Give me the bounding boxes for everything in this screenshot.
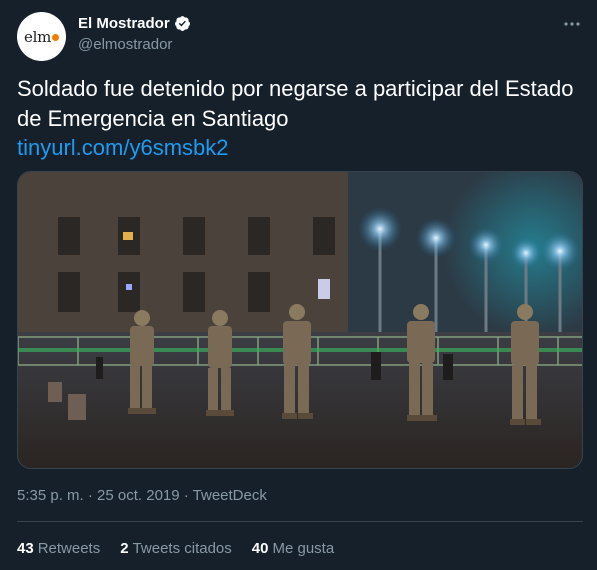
retweets-count: 43	[17, 540, 34, 557]
divider	[17, 521, 583, 522]
quote-tweets-label: Tweets citados	[132, 540, 232, 557]
tweet-stats: 43 Retweets 2 Tweets citados 40 Me gusta	[17, 540, 354, 557]
tweet-card: elm El Mostrador @elmostrador Soldado fu…	[0, 0, 597, 570]
author-name[interactable]: El Mostrador	[78, 15, 170, 32]
avatar-logo-text: elm	[24, 27, 51, 46]
retweets-stat[interactable]: 43 Retweets	[17, 540, 100, 557]
tweet-photo[interactable]	[17, 171, 583, 469]
quote-tweets-count: 2	[120, 540, 129, 557]
more-options-icon[interactable]	[562, 14, 582, 34]
avatar-logo-dot	[52, 34, 59, 41]
likes-stat[interactable]: 40 Me gusta	[252, 540, 334, 557]
verified-badge-icon	[174, 16, 190, 31]
soldiers-night-photo	[18, 172, 582, 468]
author-name-row: El Mostrador	[78, 15, 191, 32]
tweet-text: Soldado fue detenido por negarse a parti…	[17, 76, 574, 131]
likes-label: Me gusta	[272, 540, 335, 557]
author-handle[interactable]: @elmostrador	[78, 36, 172, 53]
likes-count: 40	[251, 540, 269, 557]
tweet-link[interactable]: tinyurl.com/y6smsbk2	[17, 133, 229, 163]
avatar[interactable]: elm	[17, 12, 66, 61]
retweets-label: Retweets	[37, 540, 101, 557]
quote-tweets-stat[interactable]: 2 Tweets citados	[120, 540, 232, 557]
tweet-timestamp[interactable]: 5:35 p. m. · 25 oct. 2019 · TweetDeck	[17, 487, 267, 504]
